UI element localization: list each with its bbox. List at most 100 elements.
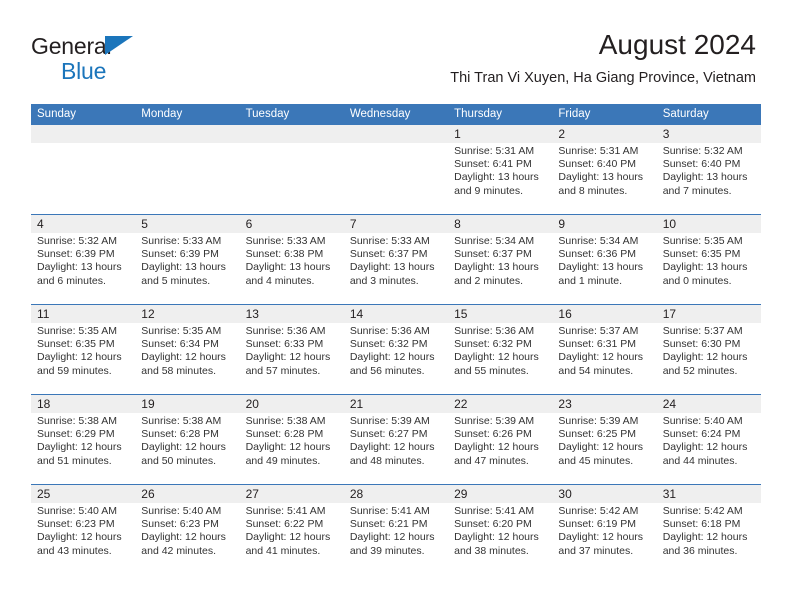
day-number: 25 bbox=[37, 487, 51, 501]
daylight-text-line1: Daylight: 12 hours bbox=[349, 351, 435, 364]
daylight-text-line1: Daylight: 13 hours bbox=[558, 171, 644, 184]
title-block: August 2024 Thi Tran Vi Xuyen, Ha Giang … bbox=[450, 28, 756, 88]
day-number: 27 bbox=[245, 487, 259, 501]
generalblue-logo[interactable]: General Blue bbox=[31, 33, 271, 85]
calendar-day-cell[interactable]: 19 Sunrise: 5:38 AM Sunset: 6:28 PM Dayl… bbox=[135, 395, 240, 484]
sunrise-text: Sunrise: 5:41 AM bbox=[454, 505, 535, 517]
weekday-header-friday: Friday bbox=[558, 108, 591, 120]
daylight-text-line2: and 42 minutes. bbox=[141, 544, 216, 557]
sunrise-text: Sunrise: 5:40 AM bbox=[662, 415, 743, 427]
daylight-text-line2: and 51 minutes. bbox=[37, 454, 112, 467]
calendar-day-cell[interactable]: 1 Sunrise: 5:31 AM Sunset: 6:41 PM Dayli… bbox=[448, 125, 553, 214]
calendar-day-cell[interactable]: 16 Sunrise: 5:37 AM Sunset: 6:31 PM Dayl… bbox=[552, 305, 657, 394]
day-number: 14 bbox=[349, 307, 364, 321]
calendar-day-cell[interactable]: 10 Sunrise: 5:35 AM Sunset: 6:35 PM Dayl… bbox=[656, 215, 761, 304]
calendar-day-cell[interactable]: 25 Sunrise: 5:40 AM Sunset: 6:23 PM Dayl… bbox=[31, 485, 136, 574]
sunset-text: Sunset: 6:22 PM bbox=[245, 518, 324, 531]
calendar-day-cell[interactable]: 18 Sunrise: 5:38 AM Sunset: 6:29 PM Dayl… bbox=[31, 395, 136, 484]
sunrise-text: Sunrise: 5:42 AM bbox=[662, 505, 743, 517]
daylight-text-line1: Daylight: 12 hours bbox=[245, 441, 331, 454]
sunrise-text: Sunrise: 5:32 AM bbox=[662, 145, 743, 157]
sunrise-text: Sunrise: 5:38 AM bbox=[245, 415, 326, 427]
daylight-text-line1: Daylight: 12 hours bbox=[349, 531, 435, 544]
calendar-day-cell[interactable]: 6 Sunrise: 5:33 AM Sunset: 6:38 PM Dayli… bbox=[239, 215, 344, 304]
day-details: Sunrise: 5:40 AM Sunset: 6:23 PM Dayligh… bbox=[135, 503, 239, 558]
day-details: Sunrise: 5:40 AM Sunset: 6:23 PM Dayligh… bbox=[31, 503, 135, 558]
day-number: 16 bbox=[558, 307, 572, 321]
day-details: Sunrise: 5:37 AM Sunset: 6:31 PM Dayligh… bbox=[552, 323, 656, 378]
sunset-text: Sunset: 6:36 PM bbox=[558, 248, 637, 261]
calendar-day-cell[interactable]: 23 Sunrise: 5:39 AM Sunset: 6:25 PM Dayl… bbox=[552, 395, 657, 484]
calendar-day-cell[interactable]: 15 Sunrise: 5:36 AM Sunset: 6:32 PM Dayl… bbox=[448, 305, 553, 394]
calendar-day-cell[interactable]: 13 Sunrise: 5:36 AM Sunset: 6:33 PM Dayl… bbox=[239, 305, 344, 394]
day-number-bar: 5 bbox=[135, 215, 240, 233]
calendar-day-cell[interactable]: 17 Sunrise: 5:37 AM Sunset: 6:30 PM Dayl… bbox=[656, 305, 761, 394]
calendar-grid: Sunday Monday Tuesday Wednesday Thursday… bbox=[31, 104, 761, 574]
weekday-header-saturday: Saturday bbox=[662, 108, 709, 120]
sunset-text: Sunset: 6:26 PM bbox=[454, 428, 532, 441]
day-details: Sunrise: 5:41 AM Sunset: 6:22 PM Dayligh… bbox=[240, 503, 344, 558]
calendar-day-cell-empty bbox=[135, 125, 240, 214]
calendar-day-cell[interactable]: 29 Sunrise: 5:41 AM Sunset: 6:20 PM Dayl… bbox=[448, 485, 553, 574]
calendar-day-cell[interactable]: 26 Sunrise: 5:40 AM Sunset: 6:23 PM Dayl… bbox=[135, 485, 240, 574]
calendar-day-cell[interactable]: 3 Sunrise: 5:32 AM Sunset: 6:40 PM Dayli… bbox=[656, 125, 761, 214]
daylight-text-line1: Daylight: 12 hours bbox=[558, 351, 644, 364]
daylight-text-line1: Daylight: 12 hours bbox=[37, 351, 122, 364]
day-number: 24 bbox=[662, 397, 677, 411]
calendar-day-cell[interactable]: 20 Sunrise: 5:38 AM Sunset: 6:28 PM Dayl… bbox=[239, 395, 344, 484]
calendar-day-cell[interactable]: 12 Sunrise: 5:35 AM Sunset: 6:34 PM Dayl… bbox=[135, 305, 240, 394]
day-number-bar: 18 bbox=[31, 395, 136, 413]
calendar-day-cell[interactable]: 22 Sunrise: 5:39 AM Sunset: 6:26 PM Dayl… bbox=[448, 395, 553, 484]
sunrise-text: Sunrise: 5:33 AM bbox=[141, 235, 222, 247]
sunrise-text: Sunrise: 5:33 AM bbox=[349, 235, 430, 247]
daylight-text-line2: and 37 minutes. bbox=[558, 544, 634, 557]
sunset-text: Sunset: 6:35 PM bbox=[662, 248, 741, 261]
sunset-text: Sunset: 6:39 PM bbox=[141, 248, 219, 261]
calendar-day-cell[interactable]: 4 Sunrise: 5:32 AM Sunset: 6:39 PM Dayli… bbox=[31, 215, 136, 304]
daylight-text-line1: Daylight: 12 hours bbox=[245, 531, 331, 544]
day-number: 10 bbox=[662, 217, 677, 231]
sunrise-text: Sunrise: 5:37 AM bbox=[558, 325, 639, 337]
calendar-day-cell[interactable]: 28 Sunrise: 5:41 AM Sunset: 6:21 PM Dayl… bbox=[343, 485, 449, 574]
day-details: Sunrise: 5:42 AM Sunset: 6:19 PM Dayligh… bbox=[552, 503, 656, 558]
calendar-day-cell[interactable]: 11 Sunrise: 5:35 AM Sunset: 6:35 PM Dayl… bbox=[31, 305, 136, 394]
day-number: 19 bbox=[141, 397, 155, 411]
calendar-day-cell[interactable]: 2 Sunrise: 5:31 AM Sunset: 6:40 PM Dayli… bbox=[552, 125, 657, 214]
calendar-day-cell[interactable]: 21 Sunrise: 5:39 AM Sunset: 6:27 PM Dayl… bbox=[343, 395, 449, 484]
calendar-day-cell[interactable]: 8 Sunrise: 5:34 AM Sunset: 6:37 PM Dayli… bbox=[448, 215, 553, 304]
calendar-week-row: 1 Sunrise: 5:31 AM Sunset: 6:41 PM Dayli… bbox=[31, 125, 761, 214]
daylight-text-line1: Daylight: 12 hours bbox=[454, 351, 539, 364]
sunset-text: Sunset: 6:28 PM bbox=[141, 428, 219, 441]
sunrise-text: Sunrise: 5:36 AM bbox=[245, 325, 326, 337]
calendar-day-cell[interactable]: 5 Sunrise: 5:33 AM Sunset: 6:39 PM Dayli… bbox=[135, 215, 240, 304]
weekday-header-tuesday: Tuesday bbox=[245, 108, 290, 120]
sunset-text: Sunset: 6:18 PM bbox=[662, 518, 741, 531]
sunrise-text: Sunrise: 5:35 AM bbox=[662, 235, 743, 247]
daylight-text-line2: and 54 minutes. bbox=[558, 364, 634, 377]
daylight-text-line2: and 1 minute. bbox=[558, 274, 623, 287]
calendar-week-row: 4 Sunrise: 5:32 AM Sunset: 6:39 PM Dayli… bbox=[31, 214, 761, 304]
calendar-day-cell[interactable]: 31 Sunrise: 5:42 AM Sunset: 6:18 PM Dayl… bbox=[656, 485, 761, 574]
sunset-text: Sunset: 6:21 PM bbox=[349, 518, 428, 531]
daylight-text-line2: and 52 minutes. bbox=[662, 364, 738, 377]
daylight-text-line2: and 49 minutes. bbox=[245, 454, 321, 467]
sunrise-text: Sunrise: 5:35 AM bbox=[37, 325, 117, 337]
day-number-bar: 22 bbox=[448, 395, 553, 413]
calendar-day-cell[interactable]: 24 Sunrise: 5:40 AM Sunset: 6:24 PM Dayl… bbox=[656, 395, 761, 484]
daylight-text-line1: Daylight: 12 hours bbox=[558, 441, 644, 454]
logo-word-general: General bbox=[31, 33, 112, 59]
sunrise-text: Sunrise: 5:39 AM bbox=[454, 415, 535, 427]
calendar-day-cell[interactable]: 30 Sunrise: 5:42 AM Sunset: 6:19 PM Dayl… bbox=[552, 485, 657, 574]
calendar-day-cell[interactable]: 9 Sunrise: 5:34 AM Sunset: 6:36 PM Dayli… bbox=[552, 215, 657, 304]
calendar-day-cell[interactable]: 14 Sunrise: 5:36 AM Sunset: 6:32 PM Dayl… bbox=[343, 305, 449, 394]
day-number-bar bbox=[135, 125, 240, 143]
day-details: Sunrise: 5:39 AM Sunset: 6:26 PM Dayligh… bbox=[448, 413, 552, 468]
day-details: Sunrise: 5:39 AM Sunset: 6:25 PM Dayligh… bbox=[552, 413, 656, 468]
daylight-text-line2: and 36 minutes. bbox=[662, 544, 738, 557]
sunset-text: Sunset: 6:24 PM bbox=[662, 428, 741, 441]
calendar-day-cell[interactable]: 27 Sunrise: 5:41 AM Sunset: 6:22 PM Dayl… bbox=[239, 485, 344, 574]
weekday-header-monday: Monday bbox=[141, 108, 183, 120]
daylight-text-line1: Daylight: 13 hours bbox=[662, 171, 748, 184]
calendar-day-cell[interactable]: 7 Sunrise: 5:33 AM Sunset: 6:37 PM Dayli… bbox=[343, 215, 449, 304]
day-number-bar: 12 bbox=[135, 305, 240, 323]
